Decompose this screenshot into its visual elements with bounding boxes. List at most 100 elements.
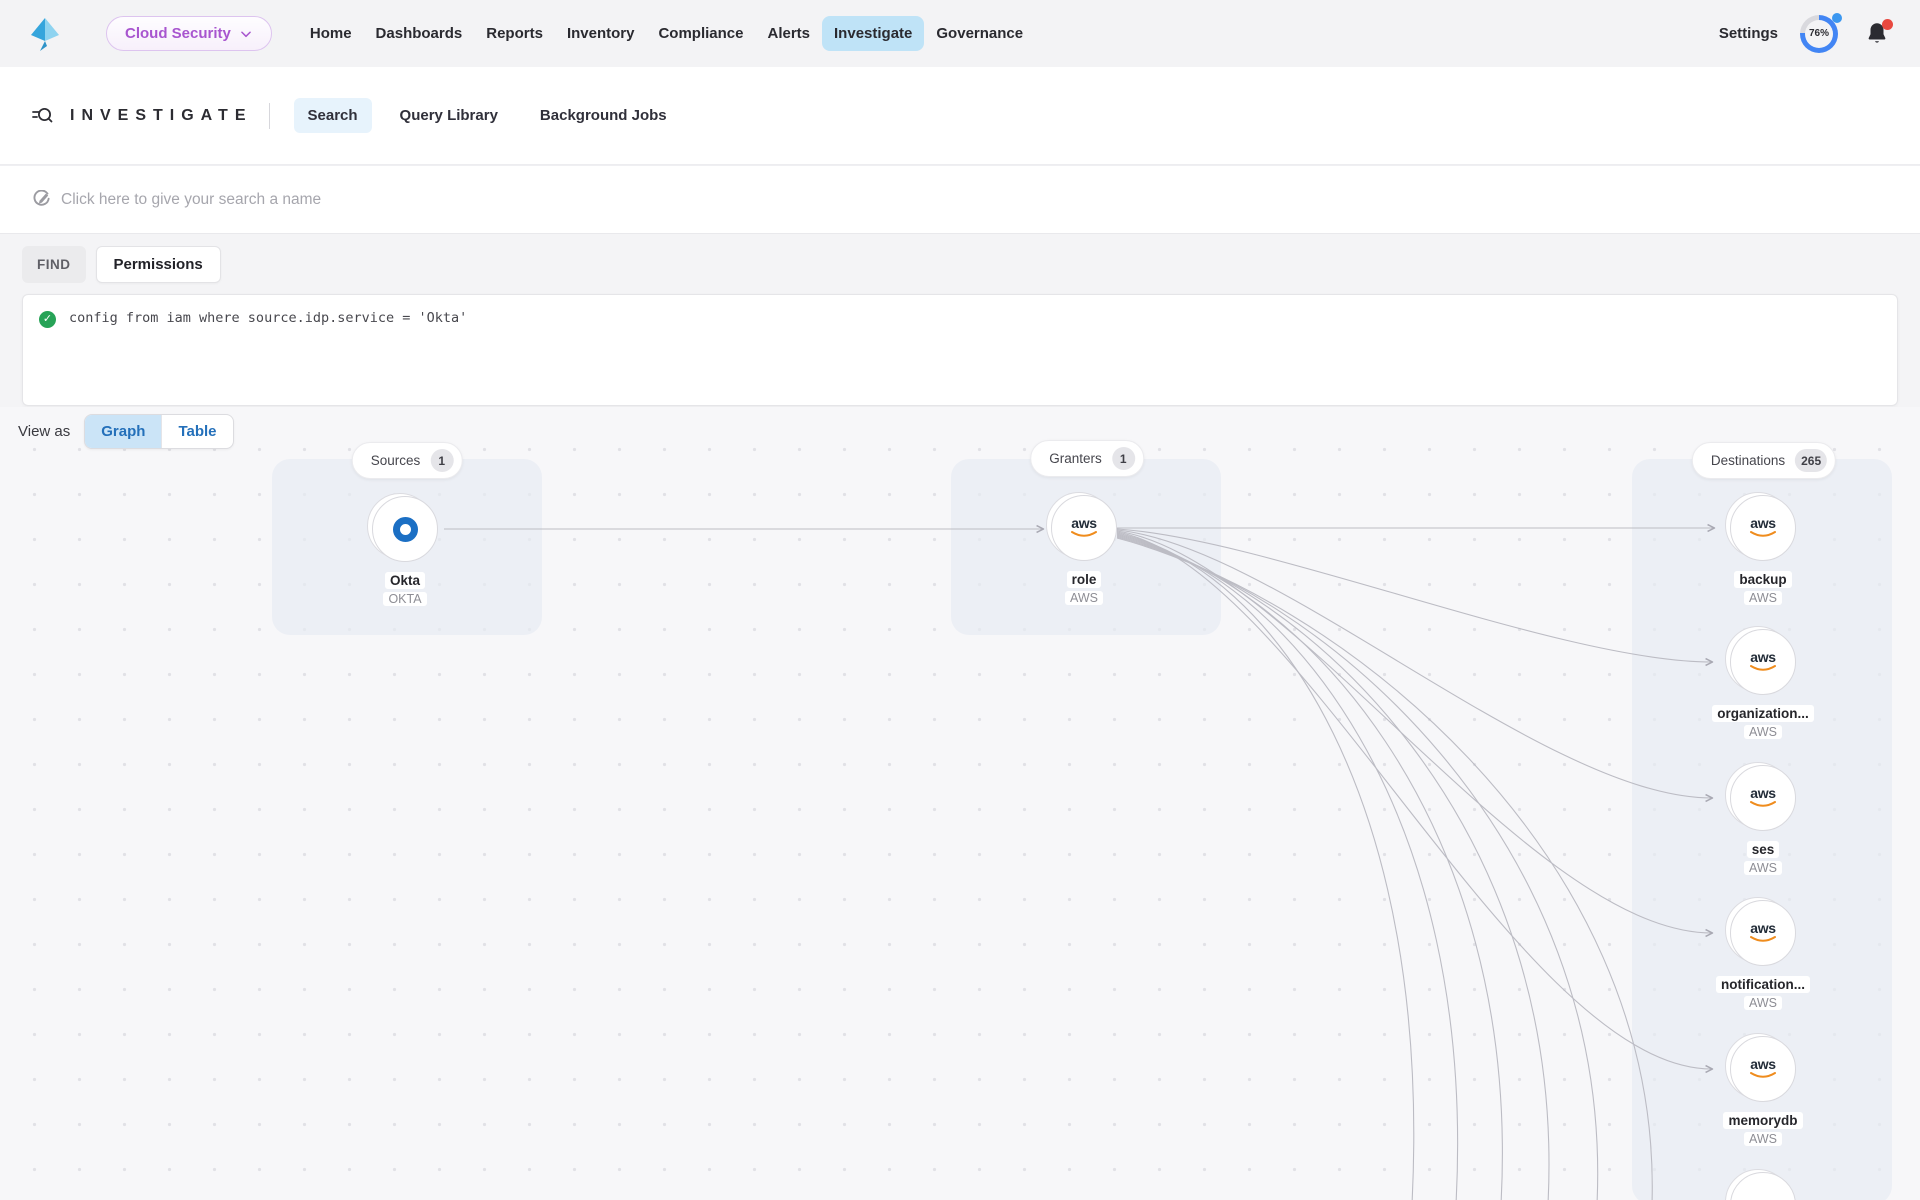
edge-role-memorydb [1117, 532, 1712, 1069]
destinations-count-badge: 265 [1795, 449, 1827, 472]
page-title: INVESTIGATE [70, 107, 253, 125]
search-name-row[interactable]: Click here to give your search a name [0, 165, 1920, 233]
node-role-circle[interactable]: aws [1051, 495, 1117, 561]
company-logo-icon [28, 16, 62, 52]
sources-pill-title: Sources [371, 453, 421, 468]
node-memorydb: aws memorydb AWS [1693, 1036, 1833, 1146]
node-role-sublabel: AWS [1065, 591, 1103, 605]
product-switcher[interactable]: Cloud Security [106, 16, 272, 51]
tab-query-library[interactable]: Query Library [386, 98, 512, 133]
aws-logo-text: aws [1750, 922, 1776, 935]
node-ses-circle[interactable]: aws [1730, 765, 1796, 831]
aws-logo-icon: aws [1069, 517, 1099, 539]
product-switcher-label: Cloud Security [125, 25, 231, 42]
node-memorydb-label: memorydb [1723, 1112, 1802, 1129]
score-progress-ring[interactable]: 76% [1800, 13, 1842, 55]
permissions-tab[interactable]: Permissions [96, 246, 221, 283]
navbar-right: Settings 76% [1719, 13, 1892, 55]
node-backup: aws backup AWS [1693, 495, 1833, 605]
node-okta-label: Okta [385, 572, 425, 589]
node-notification-label: notification... [1716, 976, 1810, 993]
tab-search[interactable]: Search [294, 98, 372, 133]
node-memorydb-circle[interactable]: aws [1730, 1036, 1796, 1102]
node-backup-label: backup [1734, 571, 1791, 588]
notifications-button[interactable] [1864, 20, 1892, 48]
investigate-header: INVESTIGATE Search Query Library Backgro… [0, 67, 1920, 165]
view-toggle: Graph Table [84, 414, 233, 449]
tab-background-jobs[interactable]: Background Jobs [526, 98, 681, 133]
edge-role-organization [1117, 529, 1712, 662]
edit-pencil-icon [32, 190, 51, 209]
sources-count-badge: 1 [430, 449, 453, 472]
node-ses-sublabel: AWS [1744, 861, 1782, 875]
nav-item-governance[interactable]: Governance [924, 16, 1035, 51]
query-section: FIND Permissions ✓ config from iam where… [0, 233, 1920, 407]
settings-link[interactable]: Settings [1719, 25, 1778, 42]
edge-role-notification [1117, 531, 1712, 933]
node-okta-circle[interactable] [372, 496, 438, 562]
aws-logo-icon: aws [1748, 1058, 1778, 1080]
edge-offscreen [1117, 533, 1414, 1200]
progress-ring-dot [1832, 13, 1842, 23]
nav-item-investigate[interactable]: Investigate [822, 16, 924, 51]
node-organization-sublabel: AWS [1744, 725, 1782, 739]
header-divider [269, 103, 270, 129]
node-notification-sublabel: AWS [1744, 996, 1782, 1010]
granters-pill[interactable]: Granters 1 [1030, 440, 1144, 477]
sources-pill[interactable]: Sources 1 [352, 442, 463, 479]
query-editor[interactable]: ✓ config from iam where source.idp.servi… [22, 294, 1898, 406]
nav-item-compliance[interactable]: Compliance [646, 16, 755, 51]
aws-logo-text: aws [1750, 517, 1776, 530]
aws-logo-icon: aws [1748, 922, 1778, 944]
view-toggle-table[interactable]: Table [161, 415, 232, 448]
destinations-pill[interactable]: Destinations 265 [1692, 442, 1836, 479]
granters-pill-title: Granters [1049, 451, 1102, 466]
query-valid-check-icon: ✓ [39, 311, 56, 328]
progress-percent-label: 76% [1805, 20, 1833, 48]
view-as-control: View as Graph Table [18, 414, 234, 449]
aws-logo-text: aws [1071, 517, 1097, 530]
node-okta-sublabel: OKTA [383, 592, 426, 606]
aws-logo-text: aws [1750, 787, 1776, 800]
node-ses-label: ses [1747, 841, 1780, 858]
nav-item-home[interactable]: Home [298, 16, 364, 51]
destinations-pill-title: Destinations [1711, 453, 1785, 468]
query-text[interactable]: config from iam where source.idp.service… [69, 310, 467, 326]
chevron-down-icon [239, 27, 253, 41]
node-okta: Okta OKTA [335, 496, 475, 606]
aws-logo-icon: aws [1748, 787, 1778, 809]
aws-logo-icon: aws [1748, 651, 1778, 673]
nav-item-dashboards[interactable]: Dashboards [364, 16, 475, 51]
aws-logo-text: aws [1750, 651, 1776, 664]
search-name-placeholder[interactable]: Click here to give your search a name [61, 191, 321, 209]
view-toggle-graph[interactable]: Graph [85, 415, 161, 448]
top-navbar: Cloud Security Home Dashboards Reports I… [0, 0, 1920, 67]
edge-offscreen [1117, 534, 1458, 1200]
notification-badge-dot [1882, 19, 1893, 30]
node-notification: aws notification... AWS [1693, 900, 1833, 1010]
edge-offscreen [1117, 535, 1502, 1200]
aws-logo-icon: aws [1748, 517, 1778, 539]
app-window: Cloud Security Home Dashboards Reports I… [0, 0, 1920, 1200]
node-partial-destination [1693, 1172, 1833, 1200]
nav-item-reports[interactable]: Reports [474, 16, 555, 51]
node-backup-circle[interactable]: aws [1730, 495, 1796, 561]
granters-count-badge: 1 [1112, 447, 1135, 470]
node-ses: aws ses AWS [1693, 765, 1833, 875]
query-mode-tabs: FIND Permissions [22, 244, 1898, 284]
node-partial-circle[interactable] [1730, 1172, 1796, 1200]
graph-edges [0, 407, 1920, 1200]
aws-logo-text: aws [1750, 1058, 1776, 1071]
node-notification-circle[interactable]: aws [1730, 900, 1796, 966]
main-nav: Home Dashboards Reports Inventory Compli… [298, 16, 1035, 51]
node-backup-sublabel: AWS [1744, 591, 1782, 605]
node-role: aws role AWS [1014, 495, 1154, 605]
node-organization: aws organization... AWS [1693, 629, 1833, 739]
edge-offscreen [1117, 536, 1549, 1200]
nav-item-inventory[interactable]: Inventory [555, 16, 647, 51]
node-organization-label: organization... [1712, 705, 1814, 722]
nav-item-alerts[interactable]: Alerts [755, 16, 822, 51]
view-as-label: View as [18, 423, 70, 440]
graph-canvas[interactable]: View as Graph Table [0, 407, 1920, 1200]
node-organization-circle[interactable]: aws [1730, 629, 1796, 695]
